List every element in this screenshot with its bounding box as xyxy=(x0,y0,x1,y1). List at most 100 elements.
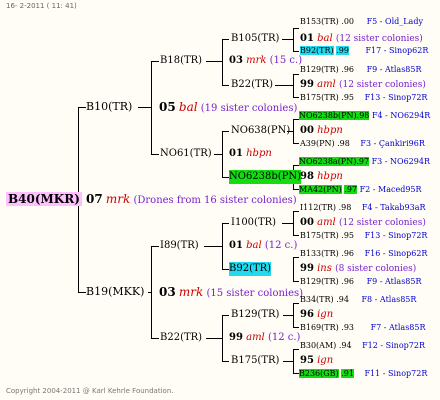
leaf-name: B129(TR) xyxy=(300,65,339,74)
connector xyxy=(78,107,86,108)
leaf-score: .95 xyxy=(341,231,355,240)
leaf-name: MA42(PN) xyxy=(299,185,342,194)
leaf-entry[interactable]: NO6238b(PN).98 F4 - NO6294R xyxy=(299,109,430,123)
mating-race: ign xyxy=(317,355,334,366)
connector xyxy=(206,61,222,62)
leaf-entry[interactable]: I112(TR) .98 F4 - Takab93aR xyxy=(300,201,425,215)
leaf-entry[interactable]: B153(TR) .00 F5 - Old_Lady xyxy=(300,15,423,29)
leaf-score: .94 xyxy=(338,341,352,350)
leaf-score: .97 xyxy=(344,185,358,194)
leaf-score: .98 xyxy=(338,203,352,212)
leaf-entry[interactable]: NO6238a(PN).97 F3 - NO6294R xyxy=(299,155,430,169)
connector xyxy=(293,257,299,258)
leaf-reference: F9 - Atlas85R xyxy=(366,65,422,74)
leaf-entry[interactable]: B30(AM) .94 F12 - Sinop72R xyxy=(300,339,425,353)
leaf-reference: F12 - Sinop72R xyxy=(362,341,425,350)
leaf-name: B92(TR) xyxy=(300,46,334,55)
leaf-score: .97 xyxy=(356,157,370,166)
leaf-entry[interactable]: B175(TR) .95 F13 - Sinop72R xyxy=(300,229,427,243)
connector xyxy=(282,39,293,40)
connector xyxy=(293,74,294,98)
copyright-footer: Copyright 2004-2011 @ Karl Kehrle Founda… xyxy=(6,387,174,395)
gen3-node[interactable]: B92(TR) xyxy=(229,262,272,276)
connector xyxy=(293,349,299,350)
leaf-reference: F9 - Atlas85R xyxy=(366,277,422,286)
leaf-name: NO6238b(PN) xyxy=(299,111,357,120)
connector xyxy=(293,28,299,29)
connector xyxy=(222,361,229,362)
mating-race: mrk xyxy=(178,285,204,299)
sire-node[interactable]: B10(TR) xyxy=(86,100,132,114)
leaf-score: .93 xyxy=(341,323,355,332)
gen3-node[interactable]: B105(TR) xyxy=(231,32,279,46)
leaf-entry[interactable]: B236(GB) .91 F11 - Sinop72R xyxy=(299,367,427,381)
connector xyxy=(283,361,293,362)
connector xyxy=(293,51,299,52)
mating-race: ign xyxy=(317,309,334,320)
gen2-node[interactable]: NO61(TR) xyxy=(160,147,212,161)
connector xyxy=(282,223,293,224)
gen2-mating: 01 bal (12 c.) xyxy=(229,239,297,253)
gen3-node[interactable]: NO638(PN) xyxy=(231,124,290,138)
gen2-node[interactable]: I89(TR) xyxy=(160,239,199,253)
leaf-reference: F4 - Takab93aR xyxy=(361,203,426,212)
leaf-name: A39(PN) xyxy=(300,139,335,148)
gen3-mating: 00 aml (12 sister colonies) xyxy=(300,216,426,230)
gen3-mating: 00 hbpn xyxy=(300,124,343,138)
leaf-name: B169(TR) xyxy=(300,323,339,332)
leaf-reference: F5 - Old_Lady xyxy=(366,17,423,26)
leaf-entry[interactable]: B169(TR) .93 F7 - Atlas85R xyxy=(300,321,426,335)
mating-year: 95 xyxy=(300,355,314,366)
leaf-entry[interactable]: B175(TR) .95 F13 - Sinop72R xyxy=(300,91,427,105)
dam-node[interactable]: B19(MKK) xyxy=(86,285,144,299)
connector xyxy=(222,131,229,132)
leaf-reference: F3 - NO6294R xyxy=(371,157,430,166)
leaf-entry[interactable]: B129(TR) .96 F9 - Atlas85R xyxy=(300,63,422,77)
leaf-entry[interactable]: A39(PN) .98 F3 - Çankiri96R xyxy=(300,137,425,151)
connector xyxy=(222,39,223,85)
connector xyxy=(293,143,299,144)
leaf-reference: F16 - Sinop62R xyxy=(364,249,428,258)
leaf-score: .95 xyxy=(341,93,355,102)
gen3-node[interactable]: B175(TR) xyxy=(231,354,279,368)
gen2-node[interactable]: B22(TR) xyxy=(160,331,202,345)
leaf-name: B153(TR) xyxy=(300,17,339,26)
mating-race: ins xyxy=(317,263,332,274)
gen3-node[interactable]: NO6238b(PN) xyxy=(229,170,302,184)
connector xyxy=(151,246,152,338)
mating-note: (12 sister colonies) xyxy=(338,218,426,228)
mating-year: 99 xyxy=(300,263,314,274)
leaf-entry[interactable]: B92(TR) .99 F17 - Sinop62R xyxy=(300,44,428,58)
connector xyxy=(293,211,299,212)
connector xyxy=(138,107,151,108)
root-queen[interactable]: B40(MKR) xyxy=(6,192,82,206)
mating-race: hbpn xyxy=(317,125,343,136)
mating-year: 01 xyxy=(300,33,314,44)
connector xyxy=(222,269,229,270)
leaf-entry[interactable]: MA42(PN) .97 F2 - Maced95R xyxy=(299,183,422,197)
leaf-entry[interactable]: B133(TR) .96 F16 - Sinop62R xyxy=(300,247,427,261)
gen3-node[interactable]: B129(TR) xyxy=(231,308,279,322)
leaf-entry[interactable]: B34(TR) .94 F8 - Atlas85R xyxy=(300,293,416,307)
leaf-name: B175(TR) xyxy=(300,93,339,102)
connector xyxy=(293,97,299,98)
gen3-node[interactable]: B22(TR) xyxy=(231,78,273,92)
mating-note: (12 c.) xyxy=(264,240,298,251)
pedigree-canvas: 16- 2-2011 ( 11: 41) B40(MKR) 07 mrk (Dr… xyxy=(0,0,440,400)
mating-note: (15 sister colonies) xyxy=(206,288,304,299)
connector xyxy=(148,292,151,293)
leaf-reference: F3 - Çankiri96R xyxy=(360,139,425,148)
mating-race: mrk xyxy=(246,55,267,66)
mating-race: bal xyxy=(317,33,333,44)
mating-race: aml xyxy=(317,217,336,228)
connector xyxy=(293,235,299,236)
dam-mating: 03 mrk (15 sister colonies) xyxy=(159,285,303,301)
gen3-node[interactable]: I100(TR) xyxy=(231,216,276,230)
gen2-node[interactable]: B18(TR) xyxy=(160,54,202,68)
gen2-mating: 01 hbpn xyxy=(229,147,272,161)
leaf-name: B133(TR) xyxy=(300,249,339,258)
gen2-mating: 03 mrk (15 c.) xyxy=(229,54,302,68)
connector xyxy=(222,85,229,86)
leaf-score: .91 xyxy=(341,369,354,378)
leaf-entry[interactable]: B129(TR) .96 F9 - Atlas85R xyxy=(300,275,422,289)
